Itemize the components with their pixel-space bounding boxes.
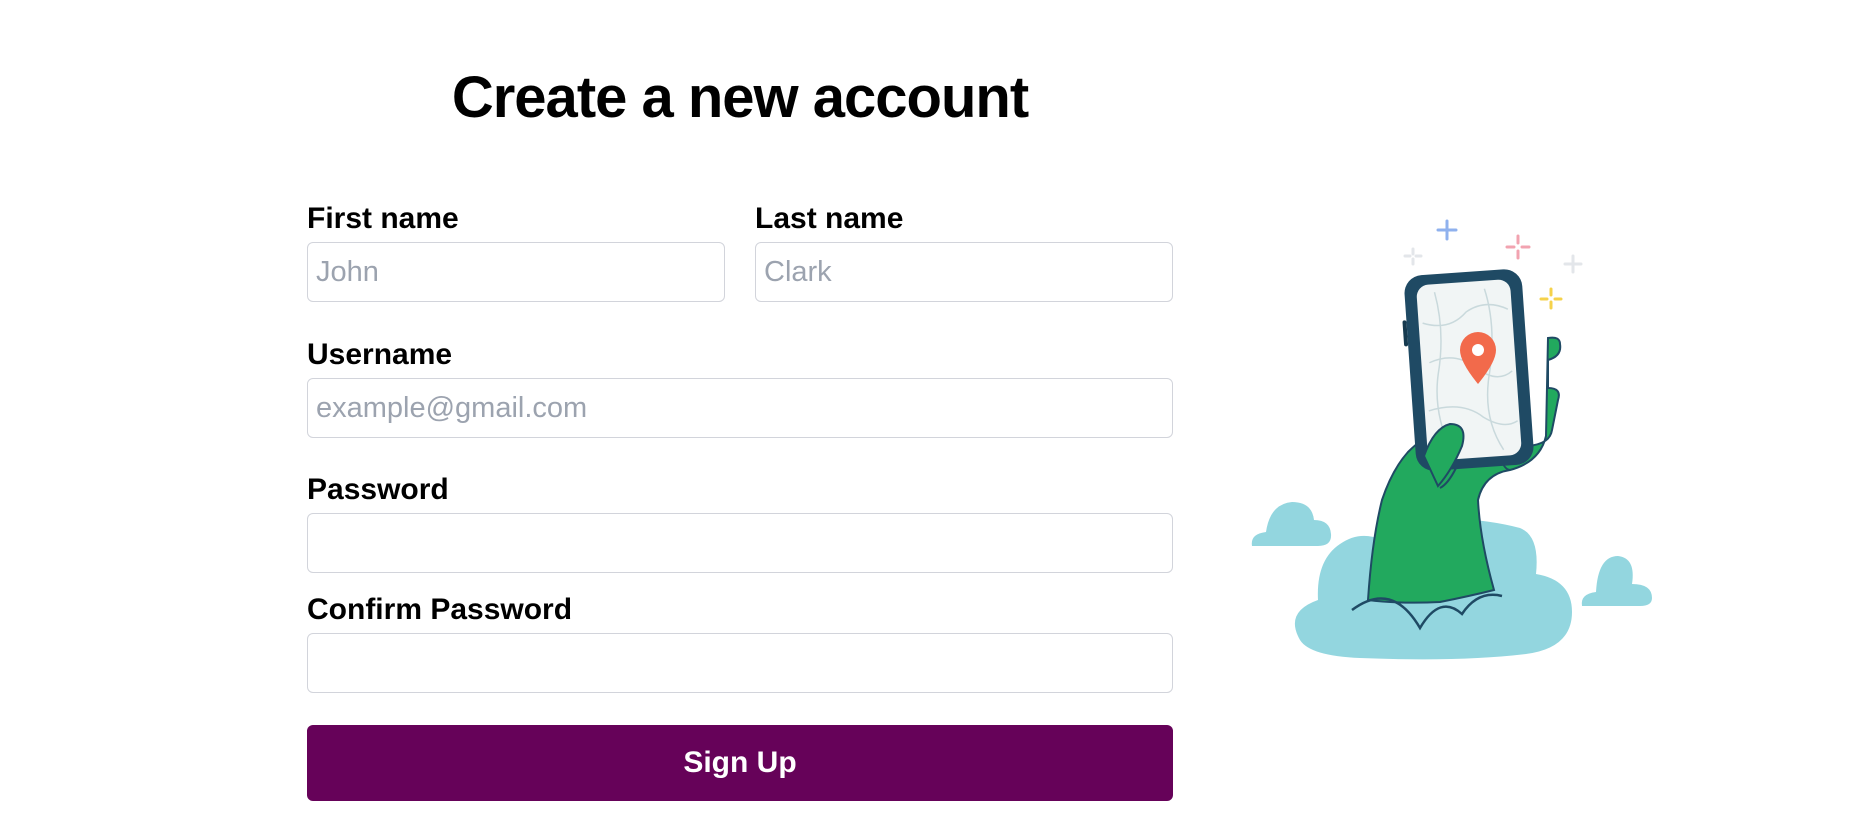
hand-holding-phone-map-icon bbox=[1251, 219, 1652, 660]
password-label: Password bbox=[307, 473, 449, 506]
confirm-password-input[interactable] bbox=[307, 633, 1173, 693]
sparkle-yellow-icon bbox=[1539, 287, 1563, 310]
sparkle-grey-right-icon bbox=[1563, 254, 1583, 274]
cloud-left-icon bbox=[1251, 502, 1332, 546]
password-input[interactable] bbox=[307, 513, 1173, 573]
first-name-input[interactable] bbox=[307, 242, 725, 302]
sign-up-button[interactable]: Sign Up bbox=[307, 725, 1173, 801]
username-input[interactable] bbox=[307, 378, 1173, 438]
username-label: Username bbox=[307, 338, 453, 371]
sparkle-pink-icon bbox=[1505, 234, 1531, 260]
last-name-input[interactable] bbox=[755, 242, 1173, 302]
last-name-label: Last name bbox=[755, 202, 904, 235]
sparkle-grey-left-icon bbox=[1403, 247, 1423, 266]
confirm-password-label: Confirm Password bbox=[307, 593, 573, 626]
page-title: Create a new account bbox=[451, 65, 1029, 130]
sparkle-blue-icon bbox=[1436, 219, 1458, 241]
first-name-label: First name bbox=[307, 202, 459, 235]
cloud-right-icon bbox=[1581, 556, 1652, 606]
